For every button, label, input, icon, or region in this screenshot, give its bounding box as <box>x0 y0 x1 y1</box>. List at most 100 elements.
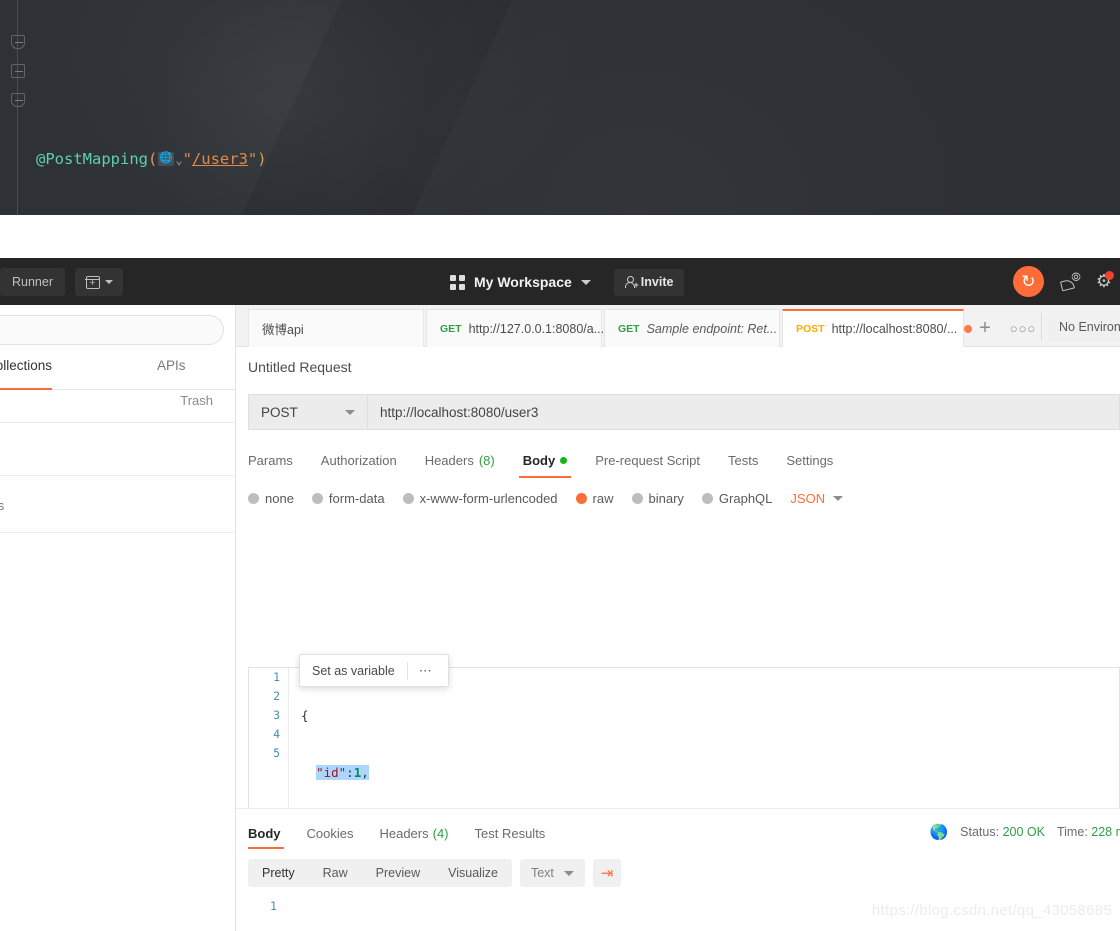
set-as-variable-button[interactable]: Set as variable <box>300 664 407 678</box>
body-present-indicator <box>560 457 567 464</box>
chevron-down-icon <box>564 871 574 876</box>
url-input[interactable] <box>368 394 1120 430</box>
tab-pre-request-script[interactable]: Pre-request Script <box>581 445 714 475</box>
workspace-selector[interactable]: My Workspace + Invite <box>450 268 684 296</box>
globe-icon[interactable] <box>158 152 174 166</box>
response-tab-cookies[interactable]: Cookies <box>294 819 367 847</box>
sidebar-divider <box>0 475 236 476</box>
request-section-tabs: Params Authorization Headers (8) Body Pre… <box>248 445 847 475</box>
app-header: Runner My Workspace + Invite ↻ ⚙ <box>0 258 1120 305</box>
watermark: https://blog.csdn.net/qq_43058685 <box>872 902 1112 919</box>
chevron-down-icon[interactable]: ⌄ <box>175 153 182 167</box>
globe-icon: 🌎 <box>929 823 948 841</box>
method-selector[interactable]: POST <box>248 394 368 430</box>
tab-body[interactable]: Body <box>509 445 582 475</box>
postman-app: Runner My Workspace + Invite ↻ ⚙ <box>0 215 1120 931</box>
trash-link[interactable]: Trash <box>180 393 213 408</box>
code-fold-marker[interactable] <box>11 93 25 107</box>
request-tab[interactable]: GET http://127.0.0.1:8080/a... <box>426 309 602 347</box>
sidebar-divider <box>0 422 236 423</box>
environment-selector[interactable]: No Environn <box>1048 313 1120 341</box>
body-type-form-data[interactable]: form-data <box>312 491 385 506</box>
sidebar-tabs: Collections APIs <box>0 357 236 390</box>
response-tab-body[interactable]: Body <box>248 819 294 847</box>
body-type-raw[interactable]: raw <box>576 491 614 506</box>
mapping-path[interactable]: /user3 <box>192 150 248 168</box>
runner-button[interactable]: Runner <box>0 268 65 296</box>
tab-label: Cookies <box>307 826 354 841</box>
chevron-down-icon <box>345 410 355 415</box>
person-add-icon: + <box>625 276 636 289</box>
invite-button[interactable]: + Invite <box>614 269 685 296</box>
request-tab-active[interactable]: POST http://localhost:8080/... <box>782 309 964 347</box>
word-wrap-icon: ⇥ <box>601 866 614 881</box>
sidebar: Collections APIs Trash s <box>0 305 236 931</box>
code-fold-marker[interactable] <box>11 64 25 78</box>
time-value: 228 m <box>1091 825 1120 839</box>
sidebar-divider <box>0 532 236 533</box>
satellite-antenna-icon[interactable] <box>1060 273 1080 291</box>
response-tab-headers[interactable]: Headers(4) <box>366 819 461 847</box>
tab-label: Headers <box>425 453 474 468</box>
tab-label: Headers <box>379 826 428 841</box>
tab-params[interactable]: Params <box>248 445 307 475</box>
code-fold-marker[interactable] <box>11 35 25 49</box>
new-window-button[interactable] <box>75 268 123 296</box>
chevron-down-icon <box>105 280 113 284</box>
line-number: 1 <box>270 899 277 913</box>
body-type-label: raw <box>593 491 614 506</box>
tab-label: Settings <box>786 453 833 468</box>
body-type-binary[interactable]: binary <box>632 491 684 506</box>
view-mode-raw[interactable]: Raw <box>309 859 362 887</box>
response-tab-test-results[interactable]: Test Results <box>462 819 559 847</box>
tab-headers[interactable]: Headers (8) <box>411 445 509 475</box>
annotation-postmapping: @PostMapping <box>36 150 148 168</box>
headers-count: (8) <box>479 453 495 468</box>
tab-label: Pre-request Script <box>595 453 700 468</box>
search-input[interactable] <box>0 315 224 345</box>
body-type-none[interactable]: none <box>248 491 294 506</box>
view-mode-preview[interactable]: Preview <box>362 859 434 887</box>
settings-button[interactable]: ⚙ <box>1096 272 1112 292</box>
response-format-selector[interactable]: Text <box>520 859 585 887</box>
line-number: 3 <box>249 706 288 725</box>
more-tabs-button[interactable]: ○○○ <box>1004 309 1042 347</box>
tab-label: Body <box>248 826 281 841</box>
header-actions: ↻ ⚙ <box>1013 266 1112 297</box>
view-mode-visualize[interactable]: Visualize <box>434 859 512 887</box>
request-tab[interactable]: 微博api <box>248 309 424 347</box>
view-mode-pretty[interactable]: Pretty <box>248 859 309 887</box>
tab-settings[interactable]: Settings <box>772 445 847 475</box>
raw-format-selector[interactable]: JSON <box>790 491 843 506</box>
divider <box>1041 313 1042 341</box>
code-line-1: @PostMapping(⌄"/user3") <box>36 145 689 174</box>
tab-tests[interactable]: Tests <box>714 445 772 475</box>
screenshot-root: @PostMapping(⌄"/user3") @ResponseBody pu… <box>0 0 1120 931</box>
view-mode-group: Pretty Raw Preview Visualize <box>248 859 512 887</box>
request-tab-method: GET <box>618 323 640 335</box>
body-type-graphql[interactable]: GraphQL <box>702 491 772 506</box>
time-label: Time: <box>1057 825 1088 839</box>
radio-icon <box>403 493 414 504</box>
tab-label: Authorization <box>321 453 397 468</box>
request-tab-title: http://localhost:8080/... <box>832 322 958 336</box>
request-tab-strip: 微博api GET http://127.0.0.1:8080/a... GET… <box>236 305 1120 347</box>
tab-label: Params <box>248 453 293 468</box>
sidebar-item-collections[interactable]: Collections <box>0 357 52 390</box>
source-code[interactable]: @PostMapping(⌄"/user3") @ResponseBody pu… <box>36 0 689 215</box>
body-line-2: "id":1, <box>301 763 1119 782</box>
radio-icon <box>632 493 643 504</box>
status-badge: 200 OK <box>1003 825 1045 839</box>
add-tab-button[interactable]: + <box>966 309 1004 347</box>
request-tab[interactable]: GET Sample endpoint: Ret... <box>604 309 780 347</box>
popover-more-icon[interactable]: ⋯ <box>408 663 445 679</box>
sidebar-item-apis[interactable]: APIs <box>157 357 202 390</box>
raw-format-label: JSON <box>790 491 825 506</box>
search-container <box>0 315 224 345</box>
word-wrap-button[interactable]: ⇥ <box>593 859 621 887</box>
radio-icon <box>312 493 323 504</box>
sync-icon[interactable]: ↻ <box>1013 266 1044 297</box>
sidebar-item-fragment[interactable]: s <box>0 499 4 513</box>
tab-authorization[interactable]: Authorization <box>307 445 411 475</box>
body-type-urlencoded[interactable]: x-www-form-urlencoded <box>403 491 558 506</box>
